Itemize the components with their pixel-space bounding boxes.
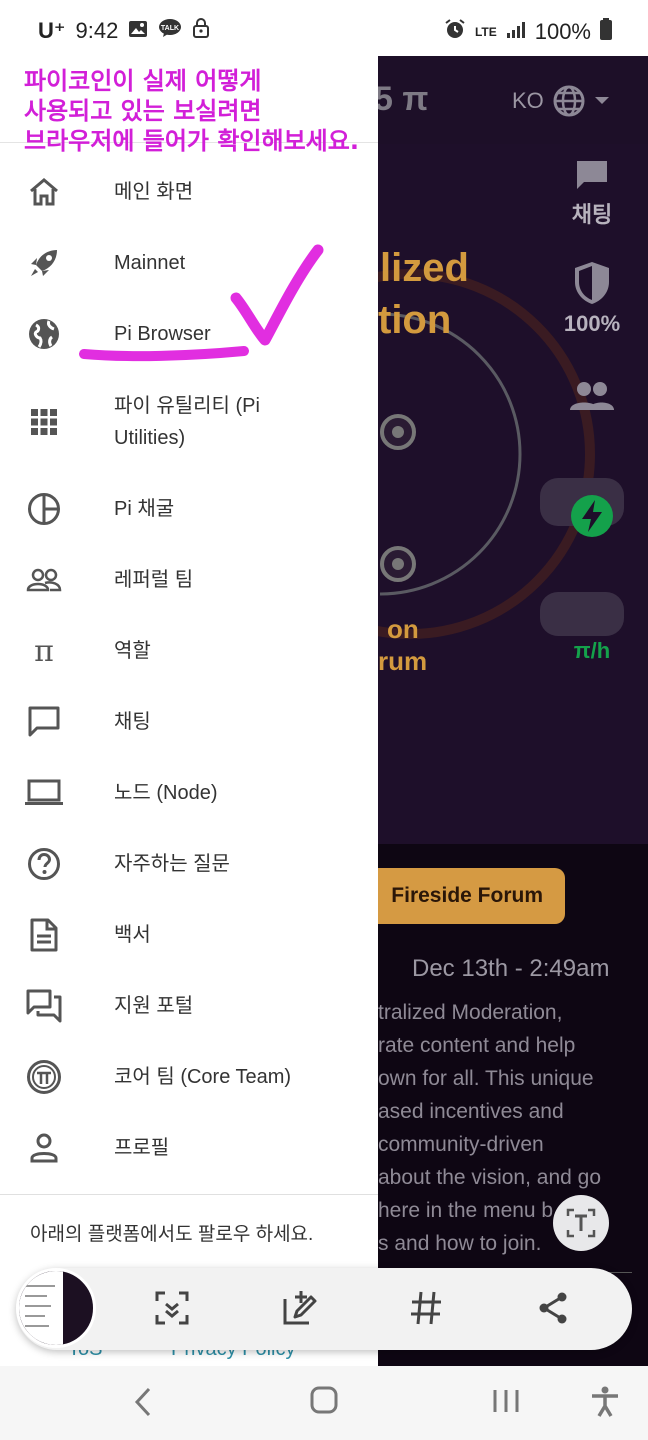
annotation-checkmark xyxy=(230,244,324,346)
annotation-marks xyxy=(79,244,324,362)
text-extract-button[interactable] xyxy=(553,1195,609,1251)
thumbnail-line xyxy=(25,1305,51,1307)
home-button-icon[interactable] xyxy=(310,1386,338,1421)
screen: U⁺ 9:42 TALK LTE 100% 5 π KO lized tion … xyxy=(0,0,648,1440)
navigation-bar xyxy=(0,1366,648,1440)
thumbnail-drawer xyxy=(19,1271,63,1345)
hashtag-icon[interactable] xyxy=(406,1288,446,1328)
accessibility-icon[interactable] xyxy=(590,1386,620,1423)
text-scan-icon xyxy=(566,1208,596,1238)
thumbnail-line xyxy=(25,1315,45,1317)
screenshot-thumbnail[interactable] xyxy=(16,1268,96,1348)
edit-icon[interactable] xyxy=(280,1288,320,1328)
thumbnail-line xyxy=(25,1285,55,1287)
screenshot-toolbar xyxy=(16,1268,632,1350)
recents-icon[interactable] xyxy=(492,1386,520,1421)
thumbnail-line xyxy=(25,1325,49,1327)
thumbnail-line xyxy=(25,1295,47,1297)
scan-icon[interactable] xyxy=(152,1288,192,1328)
back-icon[interactable] xyxy=(132,1386,154,1423)
annotation-underline xyxy=(79,346,249,362)
share-icon[interactable] xyxy=(533,1288,573,1328)
